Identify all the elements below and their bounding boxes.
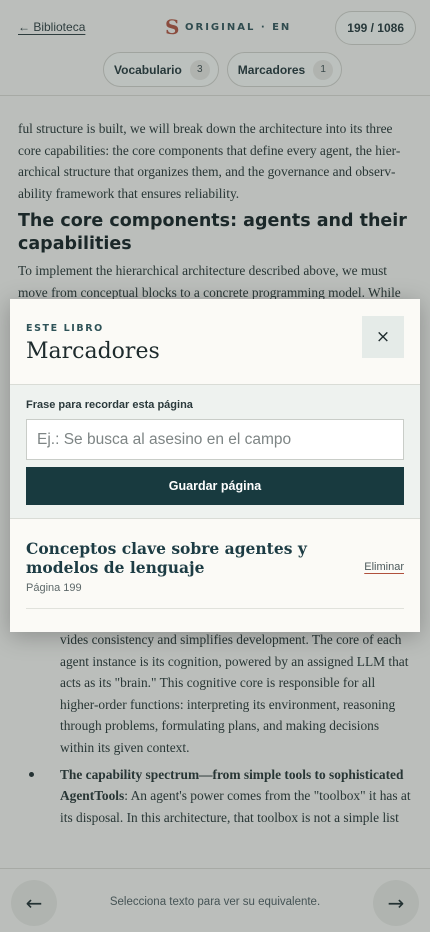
modal-kicker: ESTE LIBRO: [26, 323, 104, 334]
save-page-button[interactable]: Guardar página: [26, 467, 404, 505]
delete-bookmark-link[interactable]: Eliminar: [364, 561, 404, 573]
add-bookmark-form: Frase para recordar esta página Guardar …: [10, 385, 420, 519]
close-button[interactable]: ×: [362, 316, 404, 358]
close-icon: ×: [375, 327, 391, 347]
bookmark-title[interactable]: Conceptos clave sobre agentes y modelos …: [26, 539, 326, 577]
phrase-field-label: Frase para recordar esta página: [26, 399, 193, 411]
modal-title: Marcadores: [26, 339, 160, 364]
phrase-input[interactable]: [26, 419, 404, 460]
bookmark-page-number: Página 199: [26, 582, 82, 594]
bookmarks-modal: ESTE LIBRO Marcadores × Frase para recor…: [10, 299, 420, 632]
modal-header: ESTE LIBRO Marcadores ×: [10, 299, 420, 385]
bookmark-list-item[interactable]: Conceptos clave sobre agentes y modelos …: [26, 539, 404, 609]
